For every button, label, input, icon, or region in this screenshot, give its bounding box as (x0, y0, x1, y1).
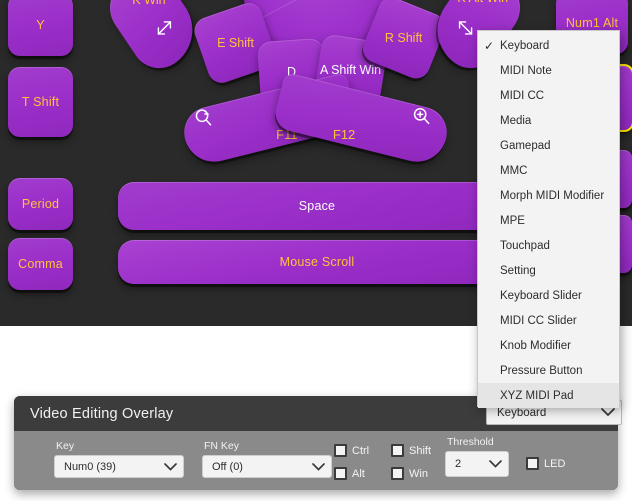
menu-item-label: Touchpad (500, 239, 550, 252)
menu-item-touchpad[interactable]: Touchpad (478, 233, 619, 258)
menu-item-midi-cc-slider[interactable]: MIDI CC Slider (478, 308, 619, 333)
key-label: E Shift (216, 35, 254, 50)
key-field-label: Key (56, 440, 75, 452)
key-space[interactable]: Space (118, 182, 516, 230)
menu-item-label: MMC (500, 164, 528, 177)
menu-item-label: Pressure Button (500, 364, 583, 377)
menu-item-keyboard-slider[interactable]: Keyboard Slider (478, 283, 619, 308)
led-checkbox-row[interactable]: LED (526, 457, 565, 470)
resize-diagonal-icon (458, 21, 473, 35)
menu-item-media[interactable]: Media (478, 108, 619, 133)
menu-item-label: Keyboard Slider (500, 289, 582, 302)
key-label: K Alt Win (456, 0, 510, 5)
check-icon: ✓ (484, 38, 495, 53)
threshold-select[interactable]: 2 (445, 451, 509, 477)
key-y[interactable]: Y (8, 0, 73, 56)
threshold-label: Threshold (447, 436, 494, 448)
fn-key-select[interactable]: Off (0) (202, 455, 332, 478)
page-title: Video Editing Overlay (30, 405, 174, 422)
shift-label: Shift (409, 444, 432, 457)
key-label: Y (36, 17, 45, 32)
led-checkbox[interactable] (526, 457, 539, 470)
resize-diagonal-icon (157, 21, 172, 35)
key-k-win[interactable]: K Win (97, 0, 209, 79)
menu-item-keyboard[interactable]: ✓ Keyboard (478, 33, 619, 58)
menu-item-mmc[interactable]: MMC (478, 158, 619, 183)
key-field: Key Num0 (39) (54, 440, 184, 478)
key-label: R Shift (385, 30, 423, 45)
key-label: Space (298, 198, 336, 213)
led-label: LED (544, 457, 566, 470)
zoom-in-icon (413, 107, 430, 125)
menu-item-label: MIDI CC Slider (500, 314, 577, 327)
mode-select-value: Keyboard (497, 406, 547, 419)
fn-key-field: FN Key Off (0) (202, 440, 332, 478)
key-label: Mouse Scroll (279, 254, 355, 269)
alt-checkbox[interactable] (334, 467, 347, 480)
menu-item-label: Keyboard (500, 39, 550, 52)
threshold-value: 2 (455, 458, 462, 470)
key-mouse-scroll[interactable]: Mouse Scroll (118, 240, 516, 284)
key-label: T Shift (21, 94, 60, 109)
menu-item-gamepad[interactable]: Gamepad (478, 133, 619, 158)
app-root: Y T Shift Period Comma Space Mouse Scrol… (0, 0, 632, 501)
menu-item-midi-note[interactable]: MIDI Note (478, 58, 619, 83)
shift-checkbox-row[interactable]: Shift (391, 444, 431, 457)
menu-item-label: MIDI CC (500, 89, 545, 102)
menu-item-label: Setting (500, 264, 536, 277)
menu-item-midi-cc[interactable]: MIDI CC (478, 83, 619, 108)
key-comma[interactable]: Comma (8, 238, 73, 290)
menu-item-label: MIDI Note (500, 64, 552, 77)
chevron-down-icon (489, 457, 502, 471)
menu-item-morph-midi-modifier[interactable]: Morph MIDI Modifier (478, 183, 619, 208)
menu-item-label: Knob Modifier (500, 339, 571, 352)
key-select-value: Num0 (39) (64, 460, 116, 473)
key-label: K Win (132, 0, 165, 7)
key-t-shift[interactable]: T Shift (8, 67, 73, 137)
key-label: F12 (332, 126, 356, 142)
zoom-out-icon (195, 109, 212, 126)
ctrl-label: Ctrl (352, 444, 370, 457)
key-label: Num1 Alt (565, 15, 619, 30)
shift-checkbox[interactable] (391, 444, 404, 457)
win-checkbox[interactable] (391, 467, 404, 480)
threshold-field: Threshold 2 (445, 436, 509, 477)
win-label: Win (409, 467, 428, 480)
menu-item-xyz-midi-pad[interactable]: XYZ MIDI Pad (478, 383, 619, 408)
overlay-settings-panel: Video Editing Overlay Keyboard Key Num0 … (14, 396, 622, 490)
menu-item-label: Gamepad (500, 139, 551, 152)
key-label: Period (21, 196, 60, 211)
menu-item-label: Morph MIDI Modifier (500, 189, 605, 202)
menu-item-knob-modifier[interactable]: Knob Modifier (478, 333, 619, 358)
menu-item-mpe[interactable]: MPE (478, 208, 619, 233)
menu-item-label: Media (500, 114, 532, 127)
win-checkbox-row[interactable]: Win (391, 467, 428, 480)
ctrl-checkbox-row[interactable]: Ctrl (334, 444, 369, 457)
key-select[interactable]: Num0 (39) (54, 455, 184, 478)
alt-label: Alt (352, 467, 365, 480)
ctrl-checkbox[interactable] (334, 444, 347, 457)
fn-key-field-label: FN Key (204, 440, 240, 452)
menu-item-label: MPE (500, 214, 525, 227)
panel-body: Key Num0 (39) FN Key Off (0) Ctrl Alt Sh… (14, 431, 618, 490)
mode-dropdown-menu[interactable]: ✓ Keyboard MIDI Note MIDI CC Media Gamep… (477, 30, 620, 408)
key-period[interactable]: Period (8, 178, 73, 230)
key-label: Comma (18, 256, 63, 271)
menu-item-pressure-button[interactable]: Pressure Button (478, 358, 619, 383)
fn-key-select-value: Off (0) (212, 460, 243, 473)
chevron-down-icon (312, 460, 325, 474)
menu-item-setting[interactable]: Setting (478, 258, 619, 283)
menu-item-label: XYZ MIDI Pad (500, 389, 574, 402)
chevron-down-icon (164, 460, 177, 474)
alt-checkbox-row[interactable]: Alt (334, 467, 365, 480)
